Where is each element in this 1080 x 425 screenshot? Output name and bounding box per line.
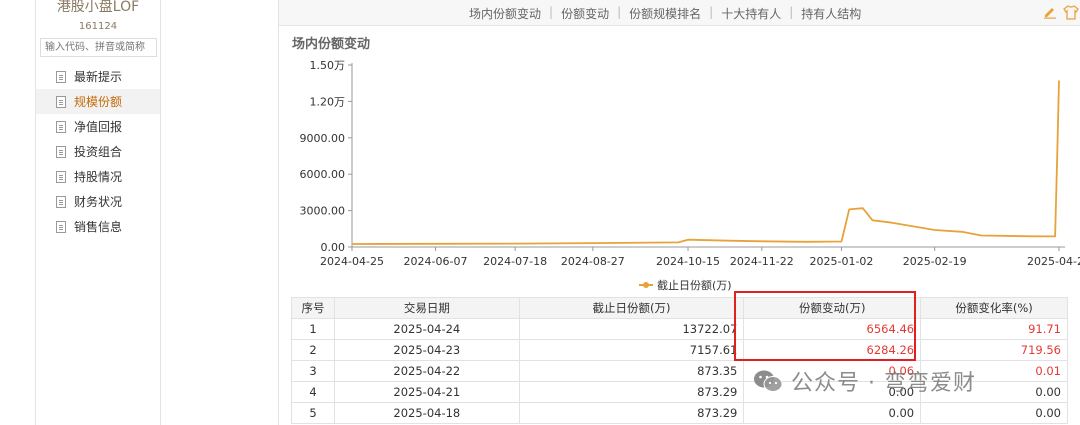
share-change-chart: 0.00 3000.00 6000.00 9000.00 1.20万 1.50万 2024-…	[300, 59, 1080, 268]
top-nav-link[interactable]: 场内份额变动	[469, 5, 541, 22]
shirt-icon[interactable]	[1063, 4, 1079, 20]
table-cell-change: 6564.46	[743, 318, 922, 340]
x-tick-label: 2024-08-27	[561, 255, 625, 268]
x-tick-label: 2025-02-19	[903, 255, 967, 268]
section-title: 场内份额变动	[292, 37, 371, 52]
document-icon	[56, 220, 66, 233]
fund-search-input[interactable]	[40, 38, 157, 57]
table-header-cell[interactable]: 交易日期	[333, 297, 520, 319]
top-nav-link[interactable]: 持有人结构	[801, 5, 861, 22]
sidebar-item-label: 投资组合	[74, 145, 123, 159]
document-icon	[56, 195, 66, 208]
document-icon	[56, 95, 66, 108]
x-tick-label: 2025-04-24	[1027, 255, 1080, 268]
sidebar-item-label: 规模份额	[74, 95, 123, 109]
sidebar-item[interactable]: 规模份额	[36, 89, 160, 114]
sidebar-item[interactable]: 持股情况	[36, 164, 160, 189]
x-tick-label: 2024-11-22	[730, 255, 794, 268]
x-tick-label: 2025-01-02	[809, 255, 873, 268]
table-cell-date: 2025-04-24	[333, 318, 520, 340]
document-icon	[56, 120, 66, 133]
table-cell-date: 2025-04-23	[333, 339, 520, 361]
main-panel: 场内份额变动 | 份额变动 | 份额规模排名 | 十大持有人 | 持有人结构 场内份额变动 0.…	[278, 0, 1080, 425]
table-cell-no: 4	[291, 381, 335, 403]
share-change-table: 序号 交易日期 截止日份额(万) 份额变动(万) 份额变化率(%) 1 2025-04-2…	[291, 297, 1068, 424]
table-cell-date: 2025-04-21	[333, 381, 520, 403]
table-cell-no: 2	[291, 339, 335, 361]
sidebar: 港股小盘LOF 161124 最新提示规模份额净值回报投资组合持股情况财务状况销…	[35, 0, 161, 425]
nav-separator: |	[789, 5, 794, 19]
table-cell-rate: 91.71	[920, 318, 1068, 340]
top-nav-link[interactable]: 份额规模排名	[629, 5, 701, 22]
table-cell-no: 5	[291, 402, 335, 424]
x-tick-label: 2024-10-15	[656, 255, 720, 268]
table-cell-shares: 873.29	[518, 402, 745, 424]
x-tick-label: 2024-07-18	[483, 255, 547, 268]
fund-name: 港股小盘LOF	[56, 0, 140, 15]
document-icon	[56, 145, 66, 158]
top-nav-bar: 场内份额变动 | 份额变动 | 份额规模排名 | 十大持有人 | 持有人结构	[279, 0, 1080, 26]
table-header-row: 序号 交易日期 截止日份额(万) 份额变动(万) 份额变化率(%)	[291, 297, 1068, 319]
nav-separator: |	[617, 5, 622, 19]
y-tick-label: 1.50万	[310, 59, 346, 72]
sidebar-item[interactable]: 投资组合	[36, 139, 160, 164]
sidebar-item[interactable]: 销售信息	[36, 214, 160, 239]
x-tick-label: 2024-04-25	[320, 255, 384, 268]
sidebar-item-label: 持股情况	[74, 170, 123, 184]
sidebar-item[interactable]: 净值回报	[36, 114, 160, 139]
sidebar-item-label: 最新提示	[74, 70, 123, 84]
table-header-cell[interactable]: 截止日份额(万)	[518, 297, 745, 319]
table-cell-change: 0.00	[743, 402, 922, 424]
sidebar-nav: 最新提示规模份额净值回报投资组合持股情况财务状况销售信息	[36, 64, 160, 239]
sidebar-item-label: 财务状况	[74, 195, 123, 209]
y-tick-label: 6000.00	[300, 168, 346, 181]
table-header-cell[interactable]: 份额变化率(%)	[920, 297, 1068, 319]
legend-label: 截止日份额(万)	[657, 279, 732, 292]
table-cell-shares: 7157.61	[518, 339, 745, 361]
document-icon	[56, 170, 66, 183]
table-cell-shares: 13722.07	[518, 318, 745, 340]
chart-legend[interactable]: 截止日份额(万)	[639, 277, 732, 293]
nav-separator: |	[549, 5, 554, 19]
table-header-cell[interactable]: 序号	[291, 297, 335, 319]
table-cell-no: 1	[291, 318, 335, 340]
table-cell-change: 6284.26	[743, 339, 922, 361]
series-line[interactable]	[351, 80, 1060, 245]
sidebar-item[interactable]: 最新提示	[36, 64, 160, 89]
table-cell-rate: 719.56	[920, 339, 1068, 361]
x-tick-label: 2024-06-07	[404, 255, 468, 268]
nav-separator: |	[709, 5, 714, 19]
edit-icon[interactable]	[1043, 5, 1057, 19]
table-row: 5 2025-04-18 873.29 0.00 0.00	[291, 402, 1068, 424]
table-cell-no: 3	[291, 360, 335, 382]
table-cell-shares: 873.29	[518, 381, 745, 403]
top-nav-link[interactable]: 十大持有人	[721, 5, 781, 22]
y-tick-label: 0.00	[321, 241, 346, 254]
y-tick-label: 1.20万	[310, 95, 346, 108]
table-row: 2 2025-04-23 7157.61 6284.26 719.56	[291, 339, 1068, 361]
top-nav-link[interactable]: 份额变动	[561, 5, 609, 22]
top-nav: 场内份额变动 | 份额变动 | 份额规模排名 | 十大持有人 | 持有人结构	[469, 5, 861, 22]
table-cell-shares: 873.35	[518, 360, 745, 382]
wechat-icon	[754, 370, 783, 392]
y-tick-label: 9000.00	[300, 132, 346, 145]
table-cell-rate: 0.00	[920, 402, 1068, 424]
watermark-text: 公众号 · 弯弯爱财	[791, 371, 976, 396]
sidebar-item-label: 销售信息	[74, 220, 123, 234]
legend-marker	[639, 282, 653, 288]
sidebar-item[interactable]: 财务状况	[36, 189, 160, 214]
table-cell-date: 2025-04-22	[333, 360, 520, 382]
y-tick-label: 3000.00	[300, 205, 346, 218]
fund-code: 161124	[78, 21, 118, 32]
table-row: 1 2025-04-24 13722.07 6564.46 91.71	[291, 318, 1068, 340]
document-icon	[56, 70, 66, 83]
table-cell-date: 2025-04-18	[333, 402, 520, 424]
sidebar-item-label: 净值回报	[74, 120, 123, 134]
watermark: 公众号 · 弯弯爱财	[753, 365, 976, 397]
table-header-cell[interactable]: 份额变动(万)	[743, 297, 922, 319]
